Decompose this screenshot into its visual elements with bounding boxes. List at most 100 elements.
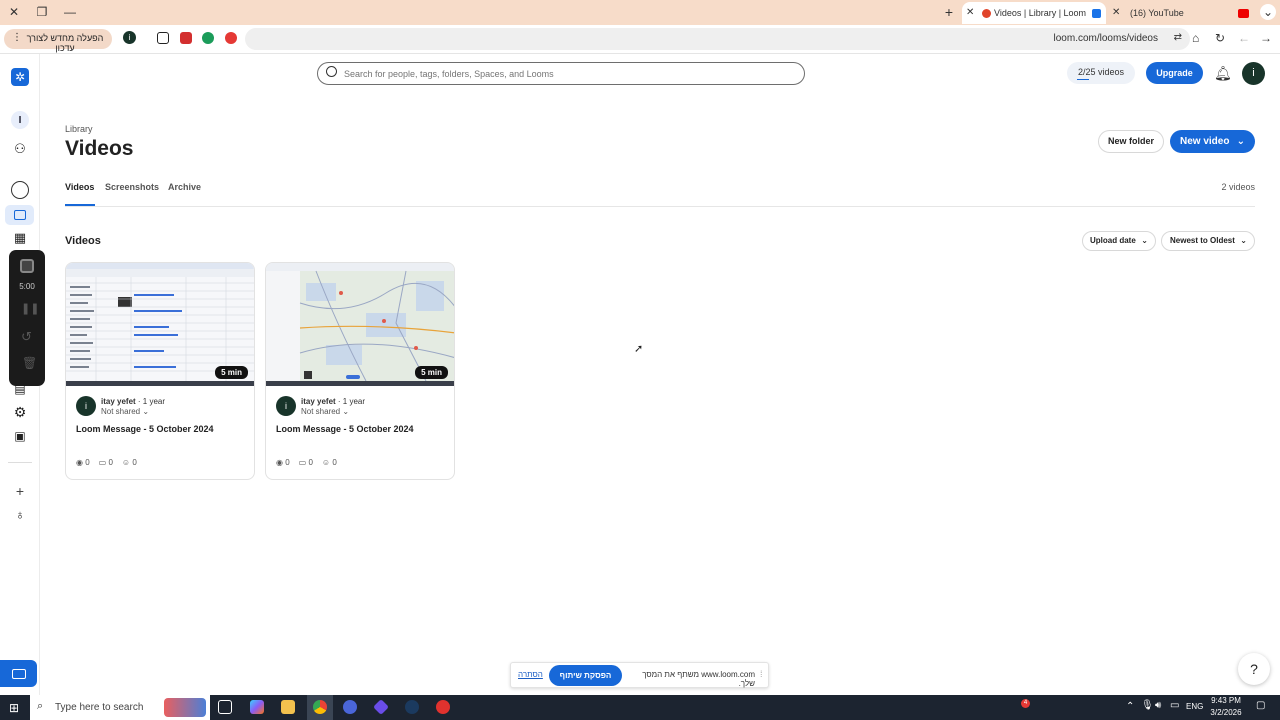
comments-stat: ▭ 0 xyxy=(299,458,313,467)
search-box[interactable] xyxy=(317,62,805,85)
extension-green-icon[interactable] xyxy=(202,32,214,44)
tab-archive[interactable]: Archive xyxy=(168,182,201,192)
views-stat: ◉ 0 xyxy=(76,458,90,467)
close-tab-icon[interactable]: ✕ xyxy=(966,2,974,24)
microphone-icon[interactable]: 🎙︎ xyxy=(1141,700,1154,711)
duration-badge: 5 min xyxy=(215,366,248,379)
breadcrumb[interactable]: Library xyxy=(65,124,93,134)
smile-icon: ☺ xyxy=(121,458,131,467)
profile-icon[interactable] xyxy=(11,181,29,199)
upgrade-button[interactable]: Upgrade xyxy=(1146,62,1203,84)
network-icon[interactable]: ▭ xyxy=(1170,700,1179,711)
task-view-icon[interactable] xyxy=(218,700,232,714)
planet-icon[interactable]: ♁ xyxy=(11,505,29,523)
close-window-icon[interactable]: ✕ xyxy=(6,4,22,20)
adblock-extension-icon[interactable] xyxy=(225,32,237,44)
reactions-count: 0 xyxy=(332,458,337,467)
screen-icon[interactable]: ▣ xyxy=(11,427,29,445)
add-icon[interactable]: + xyxy=(11,482,29,500)
pause-icon[interactable]: ❚❚ xyxy=(21,302,39,315)
sort-field-dropdown[interactable]: Upload date ⌄ xyxy=(1082,231,1156,251)
sharing-status[interactable]: Not shared ⌄ xyxy=(101,407,149,416)
site-settings-icon[interactable]: ⇄ xyxy=(1174,32,1182,43)
recording-app-icon[interactable] xyxy=(436,700,450,714)
extensions-puzzle-icon[interactable] xyxy=(157,32,169,44)
taskbar-search[interactable]: ⌕ Type here to search xyxy=(30,695,210,720)
home-icon[interactable]: ⌂ xyxy=(1192,31,1199,45)
notifications-icon[interactable]: ▢ xyxy=(1256,700,1265,711)
youtube-favicon-icon xyxy=(1238,9,1249,18)
user-avatar[interactable]: i xyxy=(1242,62,1265,85)
close-tab-icon[interactable]: ✕ xyxy=(1112,2,1120,24)
new-video-button[interactable]: New video ⌄ xyxy=(1170,130,1255,153)
back-icon[interactable]: ← xyxy=(1238,31,1250,45)
app-diamond-icon[interactable] xyxy=(373,699,389,715)
omnibox[interactable]: loom.com/looms/videos ⇄ xyxy=(245,28,1190,50)
tray-chevron-icon[interactable]: ⌃ xyxy=(1126,701,1134,712)
video-quota-badge[interactable]: 2/25 videos xyxy=(1067,62,1135,84)
hide-share-link[interactable]: הסתרה xyxy=(518,670,543,679)
video-card[interactable]: 5 min i itay yefet · 1 year Not shared ⌄… xyxy=(265,262,455,480)
drag-handle-icon[interactable]: ⁞ xyxy=(760,669,763,679)
restart-icon[interactable]: ↺ xyxy=(21,329,32,345)
file-explorer-icon[interactable] xyxy=(281,700,295,714)
tab-youtube[interactable]: ✕ (16) YouTube xyxy=(1108,2,1258,24)
tab-screenshots[interactable]: Screenshots xyxy=(105,182,159,192)
minimize-window-icon[interactable]: — xyxy=(62,4,78,20)
volume-icon[interactable]: 🔊︎ xyxy=(1155,700,1161,711)
update-chip[interactable]: ⋮ הפעלה מחדש לצורך עדכון xyxy=(4,29,112,53)
pdf-extension-icon[interactable] xyxy=(180,32,192,44)
reload-icon[interactable]: ↻ xyxy=(1215,31,1225,45)
forward-icon[interactable]: → xyxy=(1260,31,1272,45)
tab-videos[interactable]: Videos xyxy=(65,182,94,192)
record-button[interactable] xyxy=(0,660,37,687)
windows-start-icon[interactable]: ⊞ xyxy=(9,701,19,715)
loom-favicon-icon xyxy=(982,9,991,18)
search-input[interactable] xyxy=(344,66,794,82)
settings-gear-icon[interactable]: ⚙ xyxy=(11,403,29,421)
search-highlight-icon xyxy=(164,698,206,717)
invite-user-icon[interactable]: ⚇ xyxy=(11,140,29,158)
comments-count: 0 xyxy=(108,458,113,467)
author-name: itay yefet xyxy=(101,397,136,406)
windows-taskbar: ⊞ ⌕ Type here to search 4 ⌃ 🎙︎ 🔊︎ ▭ ENG … xyxy=(0,695,1280,720)
trash-icon[interactable]: 🗑 xyxy=(22,356,37,370)
clock-time[interactable]: 9:43 PM xyxy=(1210,696,1242,705)
video-thumbnail[interactable]: 5 min xyxy=(266,263,454,386)
clock-date[interactable]: 3/2/2026 xyxy=(1206,708,1246,717)
chrome-taskbar-item[interactable] xyxy=(307,695,333,720)
loom-logo-icon[interactable]: ✲ xyxy=(11,68,29,86)
app-icon[interactable] xyxy=(343,700,357,714)
steam-icon[interactable] xyxy=(405,700,419,714)
library-icon[interactable] xyxy=(5,205,34,225)
notification-bell-icon[interactable]: 🔔︎ xyxy=(1214,65,1232,82)
recorder-timer: 5:00 xyxy=(19,282,35,291)
tab-loom[interactable]: ✕ Videos | Library | Loom xyxy=(962,2,1106,24)
recorder-widget: 5:00 ❚❚ ↺ 🗑 xyxy=(9,250,45,386)
reactions-count: 0 xyxy=(132,458,137,467)
language-indicator[interactable]: ENG xyxy=(1186,702,1203,711)
tab-audio-icon xyxy=(1092,9,1101,18)
workspace-icon[interactable]: I xyxy=(11,111,29,129)
help-button[interactable]: ? xyxy=(1238,653,1270,685)
views-stat: ◉ 0 xyxy=(276,458,290,467)
calendar-icon[interactable]: ▦ xyxy=(11,229,29,247)
sharing-status[interactable]: Not shared ⌄ xyxy=(301,407,349,416)
new-folder-button[interactable]: New folder xyxy=(1098,130,1164,153)
stop-recording-icon[interactable] xyxy=(20,259,34,273)
profile-avatar[interactable]: i xyxy=(123,31,136,44)
restore-window-icon[interactable]: ❐ xyxy=(34,4,50,20)
tab-search-icon[interactable]: ⌄ xyxy=(1260,4,1276,20)
video-thumbnail[interactable]: 5 min xyxy=(66,263,254,386)
sort-order-dropdown[interactable]: Newest to Oldest ⌄ xyxy=(1161,231,1255,251)
video-card[interactable]: 5 min i itay yefet · 1 year Not shared ⌄… xyxy=(65,262,255,480)
sharing-status-text: Not shared xyxy=(101,407,141,416)
copilot-icon[interactable] xyxy=(250,700,264,714)
video-meta: itay yefet · 1 year xyxy=(301,397,366,406)
video-title[interactable]: Loom Message - 5 October 2024 xyxy=(276,424,414,434)
video-meta: itay yefet · 1 year xyxy=(101,397,166,406)
url-text: loom.com/looms/videos xyxy=(1053,33,1158,44)
video-title[interactable]: Loom Message - 5 October 2024 xyxy=(76,424,214,434)
stop-sharing-button[interactable]: הפסקת שיתוף xyxy=(549,665,622,686)
new-tab-icon[interactable]: + xyxy=(941,4,957,20)
